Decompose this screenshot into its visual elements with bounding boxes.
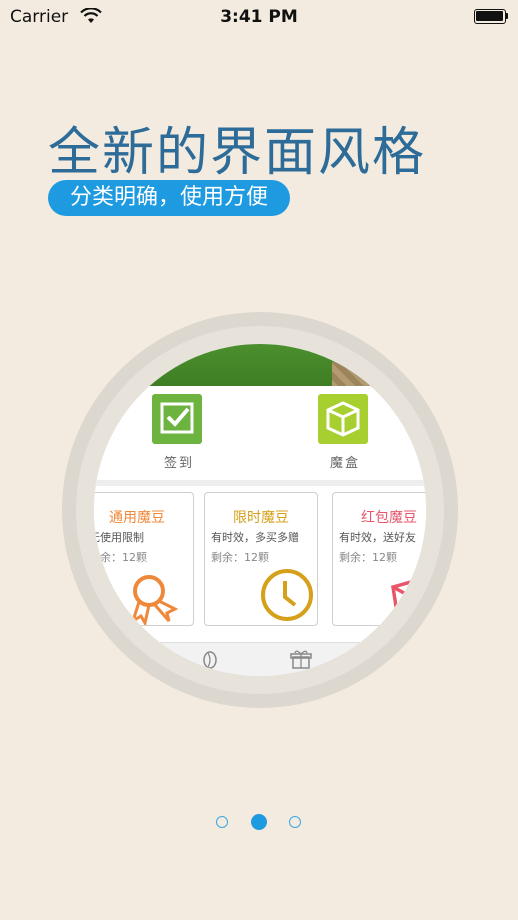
checkmark-icon bbox=[152, 394, 202, 444]
magnifier-ring: 签到 魔盒 通用魔豆 无使用限制 剩余：12颗 限时魔豆 有时效，多买多赠 剩余… bbox=[76, 326, 444, 694]
magic-box-label: 魔盒 bbox=[330, 456, 361, 471]
card-description: 有时效，送好友 bbox=[339, 531, 416, 544]
checkin-label: 签到 bbox=[164, 456, 195, 471]
status-time: 3:41 PM bbox=[220, 7, 298, 27]
magnifier-preview: 签到 魔盒 通用魔豆 无使用限制 剩余：12颗 限时魔豆 有时效，多买多赠 剩余… bbox=[62, 312, 458, 708]
page-title: 全新的界面风格 bbox=[48, 123, 427, 183]
box-icon bbox=[318, 394, 368, 444]
status-bar: Carrier 3:41 PM bbox=[0, 0, 518, 34]
banner-pattern bbox=[332, 362, 426, 388]
battery-icon bbox=[474, 9, 508, 24]
page-dot-1[interactable] bbox=[216, 816, 228, 828]
card-title: 红包魔豆 bbox=[361, 510, 417, 526]
page-dot-3[interactable] bbox=[289, 816, 301, 828]
bean-tab-icon[interactable] bbox=[200, 649, 220, 669]
gift-tab-icon[interactable] bbox=[290, 649, 312, 669]
bean-card-limited[interactable]: 限时魔豆 有时效，多买多赠 剩余：12颗 bbox=[204, 492, 318, 626]
envelope-icon bbox=[391, 576, 426, 616]
preview-tab-bar bbox=[94, 642, 426, 676]
page-indicator bbox=[0, 814, 518, 832]
feature-icon-row: 签到 魔盒 bbox=[94, 386, 426, 478]
magic-box-button[interactable] bbox=[318, 394, 368, 444]
page-dot-2-active[interactable] bbox=[251, 814, 267, 830]
bean-card-redpacket[interactable]: 红包魔豆 有时效，送好友 剩余：12颗 bbox=[332, 492, 426, 626]
card-description: 无使用限制 bbox=[94, 531, 144, 544]
card-title: 限时魔豆 bbox=[233, 510, 289, 526]
card-remaining: 剩余：12颗 bbox=[339, 551, 397, 564]
card-remaining: 剩余：12颗 bbox=[94, 551, 147, 564]
preview-screen: 签到 魔盒 通用魔豆 无使用限制 剩余：12颗 限时魔豆 有时效，多买多赠 剩余… bbox=[94, 344, 426, 676]
tagline-badge: 分类明确，使用方便 bbox=[48, 180, 291, 216]
divider bbox=[94, 480, 426, 486]
checkin-button[interactable] bbox=[152, 394, 202, 444]
card-title: 通用魔豆 bbox=[109, 510, 165, 526]
card-description: 有时效，多买多赠 bbox=[211, 531, 299, 544]
card-remaining: 剩余：12颗 bbox=[211, 551, 269, 564]
bean-card-general[interactable]: 通用魔豆 无使用限制 剩余：12颗 bbox=[94, 492, 194, 626]
clock-icon bbox=[261, 569, 313, 621]
ribbon-icon bbox=[130, 575, 179, 625]
